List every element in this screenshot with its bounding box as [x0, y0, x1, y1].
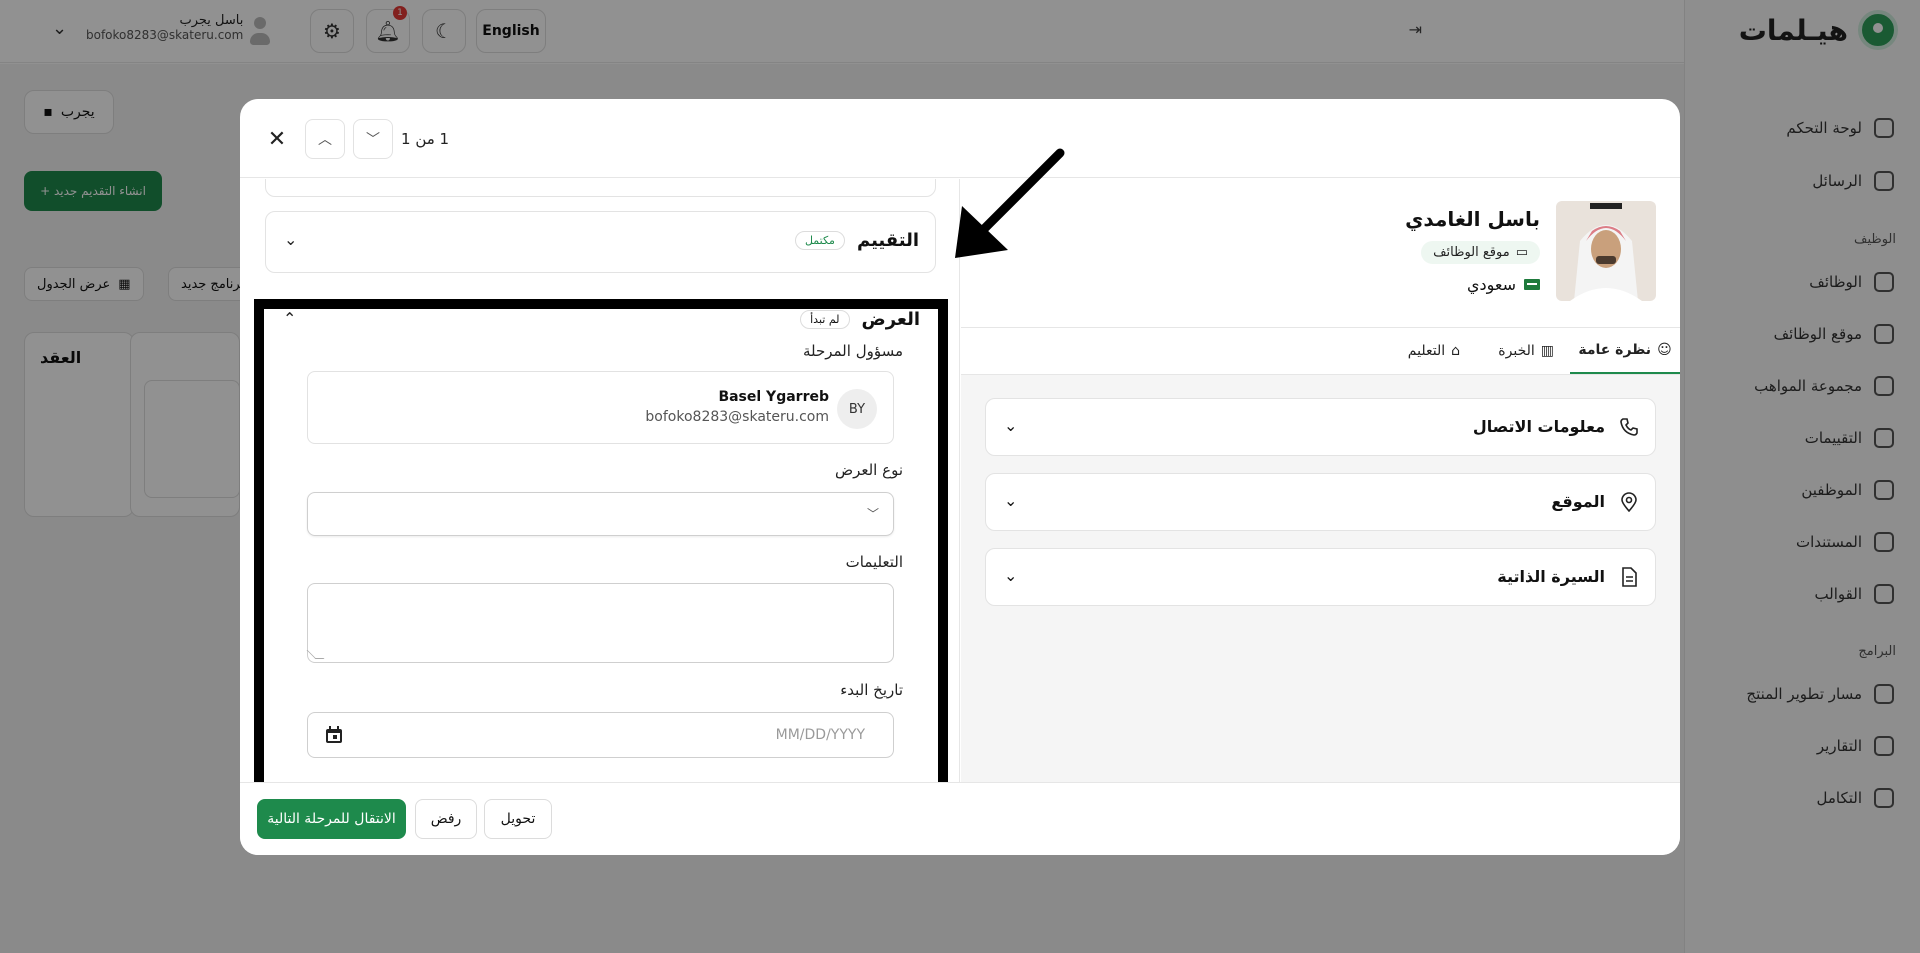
tab-overview[interactable]: ☺ نظرة عامة	[1570, 328, 1680, 374]
resume-icon	[1622, 567, 1637, 587]
contact-info-title: معلومات الاتصال	[1472, 417, 1605, 436]
evaluation-stage-title: التقييم	[856, 230, 919, 251]
location-card[interactable]: الموقع ⌄	[985, 473, 1656, 531]
previous-stage-card[interactable]	[265, 179, 936, 197]
next-candidate-button[interactable]: ﹀	[353, 119, 393, 159]
chevron-down-icon: ﹀	[366, 132, 380, 148]
tab-label: الخبرة	[1498, 343, 1535, 359]
contact-info-card[interactable]: معلومات الاتصال ⌄	[985, 398, 1656, 456]
transfer-button[interactable]: تحويل	[484, 799, 552, 839]
annotation-highlight-box	[254, 299, 948, 782]
status-badge: مكتمل	[794, 231, 845, 250]
chevron-up-icon: ︿	[318, 132, 332, 148]
graduation-cap-icon: ⌂	[1451, 343, 1460, 359]
candidate-tabs: ☺ نظرة عامة ▥ الخبرة ⌂ التعليم	[961, 327, 1680, 375]
reject-button[interactable]: رفض	[415, 799, 477, 839]
close-button[interactable]: ✕	[257, 119, 297, 159]
chevron-down-icon[interactable]: ⌄	[284, 230, 297, 249]
close-icon: ✕	[267, 126, 287, 152]
location-title: الموقع	[1551, 492, 1605, 511]
tab-label: نظرة عامة	[1578, 342, 1652, 358]
next-stage-button[interactable]: الانتقال للمرحلة التالية	[257, 799, 406, 839]
saudi-flag-icon	[1524, 279, 1540, 290]
candidate-nationality: سعودي	[1467, 275, 1540, 294]
evaluation-stage-header: التقييم مكتمل	[794, 230, 919, 251]
candidate-panel: باسل الغامدي ▭ موقع الوظائف سعودي ☺ نظرة…	[961, 179, 1680, 782]
laptop-icon: ▭	[1515, 245, 1528, 260]
chevron-down-icon: ⌄	[1004, 416, 1018, 435]
tab-label: التعليم	[1407, 343, 1446, 359]
candidate-source-badge: ▭ موقع الوظائف	[1421, 241, 1540, 264]
candidate-name: باسل الغامدي	[1405, 207, 1540, 231]
candidate-source-label: موقع الوظائف	[1433, 245, 1510, 260]
resume-title: السيرة الذاتية	[1497, 567, 1605, 586]
tab-experience[interactable]: ▥ الخبرة	[1498, 328, 1554, 374]
chevron-down-icon: ⌄	[1004, 491, 1018, 510]
previous-candidate-button[interactable]: ︿	[305, 119, 345, 159]
annotation-arrow-icon	[955, 148, 1065, 258]
stages-panel: التقييم مكتمل ⌄ العرض لم تبدأ ⌃ مسؤول ال…	[240, 179, 960, 782]
tab-education[interactable]: ⌂ التعليم	[1408, 328, 1460, 374]
resume-card[interactable]: السيرة الذاتية ⌄	[985, 548, 1656, 606]
candidate-photo	[1556, 201, 1656, 301]
nationality-label: سعودي	[1466, 275, 1516, 294]
user-icon: ☺	[1657, 342, 1672, 358]
pager-text: 1 من 1	[401, 130, 450, 148]
chevron-down-icon: ⌄	[1004, 566, 1018, 585]
building-icon: ▥	[1540, 343, 1554, 359]
modal-footer: الانتقال للمرحلة التالية رفض تحويل	[240, 782, 1680, 855]
phone-icon	[1620, 418, 1638, 436]
location-pin-icon	[1621, 492, 1637, 512]
evaluation-stage-card[interactable]: التقييم مكتمل ⌄	[265, 211, 936, 273]
